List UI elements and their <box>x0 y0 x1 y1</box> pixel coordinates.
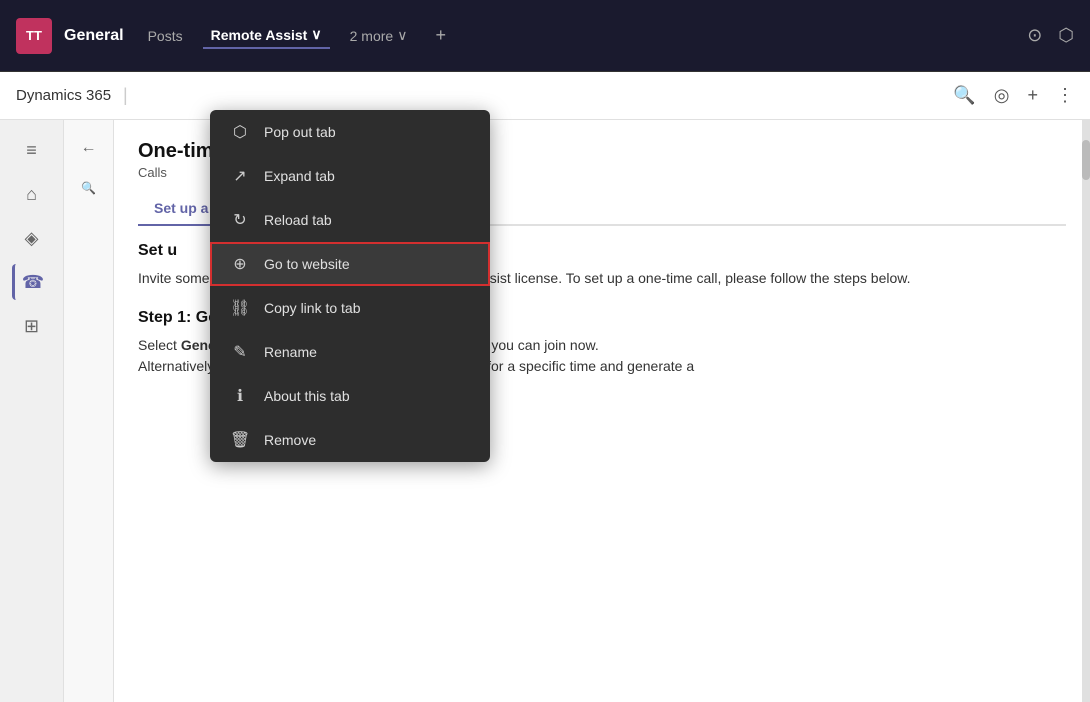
menu-item-remove[interactable]: 🗑 Remove <box>210 418 490 462</box>
tab-more-chevron: ∨ <box>397 27 407 44</box>
top-bar: TT General Posts Remote Assist ∨ 2 more … <box>0 0 1090 72</box>
second-bar-actions: 🔍 ◎ + ⋮ <box>953 85 1074 106</box>
second-bar-title: Dynamics 365 <box>16 87 111 104</box>
menu-label-copy-link: Copy link to tab <box>264 300 361 316</box>
sidebar-item-activity[interactable]: ◈ <box>14 220 50 256</box>
sidebar-item-calls[interactable]: ☎ <box>12 264 52 300</box>
sidebar-item-analytics[interactable]: ⊞ <box>14 308 50 344</box>
refresh-icon[interactable]: ◎ <box>994 85 1010 106</box>
reload-icon: ↻ <box>230 210 250 230</box>
menu-label-rename: Rename <box>264 344 317 360</box>
rename-icon: ✎ <box>230 342 250 362</box>
expand-icon: ↗ <box>230 166 250 186</box>
context-menu: ⬡ Pop out tab ↗ Expand tab ↻ Reload tab … <box>210 110 490 462</box>
menu-label-goto: Go to website <box>264 256 350 272</box>
back-button[interactable]: ← <box>73 132 105 164</box>
menu-item-goto[interactable]: ⊕ Go to website <box>210 242 490 286</box>
menu-item-reload[interactable]: ↻ Reload tab <box>210 198 490 242</box>
divider: | <box>123 85 128 106</box>
main-area: ≡ ⌂ ◈ ☎ ⊞ ← 🔍 One-time Calls Set up a Ca… <box>0 120 1090 702</box>
camera-icon[interactable]: ⬡ <box>1058 25 1074 46</box>
info-icon: ℹ <box>230 386 250 406</box>
scrollbar-thumb[interactable] <box>1082 140 1090 180</box>
menu-item-rename[interactable]: ✎ Rename <box>210 330 490 374</box>
tab-posts[interactable]: Posts <box>140 24 191 48</box>
menu-item-popout[interactable]: ⬡ Pop out tab <box>210 110 490 154</box>
trash-icon: 🗑 <box>230 430 250 450</box>
avatar: TT <box>16 18 52 54</box>
more-options-icon[interactable]: ⋮ <box>1056 85 1074 106</box>
channel-name: General <box>64 27 124 45</box>
search-inner-icon[interactable]: 🔍 <box>73 172 105 204</box>
tab-remote-assist[interactable]: Remote Assist ∨ <box>203 22 330 49</box>
menu-label-popout: Pop out tab <box>264 124 336 140</box>
tab-more[interactable]: 2 more ∨ <box>342 23 416 48</box>
link-icon: ⛓ <box>230 298 250 318</box>
left-sidebar: ≡ ⌂ ◈ ☎ ⊞ <box>0 120 64 702</box>
menu-label-remove: Remove <box>264 432 316 448</box>
menu-item-expand[interactable]: ↗ Expand tab <box>210 154 490 198</box>
menu-item-about[interactable]: ℹ About this tab <box>210 374 490 418</box>
menu-label-reload: Reload tab <box>264 212 332 228</box>
sidebar-item-home[interactable]: ⌂ <box>14 176 50 212</box>
globe-icon: ⊕ <box>230 254 250 274</box>
tab-more-label: 2 more <box>350 28 394 44</box>
menu-label-expand: Expand tab <box>264 168 335 184</box>
menu-label-about: About this tab <box>264 388 350 404</box>
remote-assist-chevron: ∨ <box>311 26 321 43</box>
top-bar-right: ⊙ ⬡ <box>1027 25 1074 46</box>
remote-assist-label: Remote Assist <box>211 27 308 43</box>
second-bar: Dynamics 365 | 🔍 ◎ + ⋮ <box>0 72 1090 120</box>
step1-text-prefix: Select <box>138 337 181 353</box>
inner-sidebar: ← 🔍 <box>64 120 114 702</box>
search-icon[interactable]: 🔍 <box>953 85 975 106</box>
sidebar-item-hamburger[interactable]: ≡ <box>14 132 50 168</box>
add-icon[interactable]: + <box>1027 85 1038 106</box>
chat-icon[interactable]: ⊙ <box>1027 25 1042 46</box>
scrollbar[interactable] <box>1082 120 1090 702</box>
popout-icon: ⬡ <box>230 122 250 142</box>
menu-item-copy-link[interactable]: ⛓ Copy link to tab <box>210 286 490 330</box>
tab-add-button[interactable]: + <box>427 21 454 50</box>
